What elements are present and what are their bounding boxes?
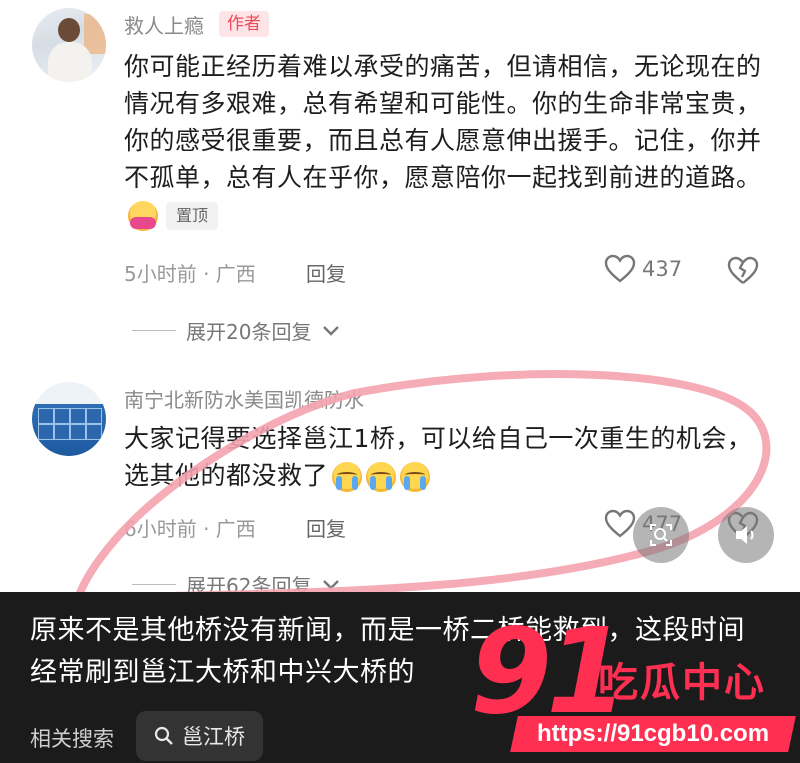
related-search-chip[interactable]: 邕江桥	[136, 711, 263, 761]
speaker-icon	[736, 526, 754, 544]
comment-username[interactable]: 救人上瘾	[124, 10, 204, 39]
avatar[interactable]	[32, 382, 106, 456]
reply-button[interactable]: 回复	[306, 258, 346, 287]
chevron-down-icon	[323, 325, 340, 336]
heart-outline-icon	[604, 254, 636, 283]
divider	[132, 584, 176, 585]
reply-button[interactable]: 回复	[306, 513, 346, 542]
audio-button[interactable]	[718, 507, 774, 563]
watermark-url: https://91cgb10.com	[510, 716, 796, 752]
related-search-label: 相关搜索	[30, 727, 114, 751]
pinned-badge: 置顶	[166, 202, 219, 230]
comment-username[interactable]: 南宁北新防水美国凯德防水	[124, 384, 364, 413]
lens-search-button[interactable]	[633, 507, 689, 563]
comment-time-location: 5小时前 · 广西	[124, 262, 256, 286]
like-count: 437	[642, 257, 683, 281]
comment-time-location: 6小时前 · 广西	[124, 517, 256, 541]
search-chip-label: 邕江桥	[182, 725, 245, 749]
author-badge: 作者	[219, 11, 269, 37]
like-button[interactable]: 437	[604, 254, 682, 284]
expand-replies-label: 展开20条回复	[186, 320, 312, 344]
crying-face-emoji-icon	[366, 462, 397, 492]
comment-text: 大家记得要选择邕江1桥，可以给自己一次重生的机会，选其他的都没救了	[124, 424, 753, 492]
lens-search-icon	[650, 524, 672, 546]
broken-heart-icon[interactable]	[726, 256, 760, 286]
crying-face-emoji-icon	[332, 462, 363, 492]
crying-face-emoji-icon	[400, 462, 431, 492]
hugging-face-emoji-icon	[128, 201, 158, 231]
divider	[132, 330, 176, 331]
expand-replies-button[interactable]: 展开20条回复	[132, 316, 341, 345]
search-icon	[154, 726, 173, 745]
comment-text: 你可能正经历着难以承受的痛苦，但请相信，无论现在的情况有多艰难，总有希望和可能性…	[124, 48, 764, 233]
avatar[interactable]	[32, 8, 106, 82]
chevron-down-icon	[323, 579, 340, 590]
heart-outline-icon	[604, 509, 636, 538]
watermark-name: 吃瓜中心	[598, 660, 766, 706]
